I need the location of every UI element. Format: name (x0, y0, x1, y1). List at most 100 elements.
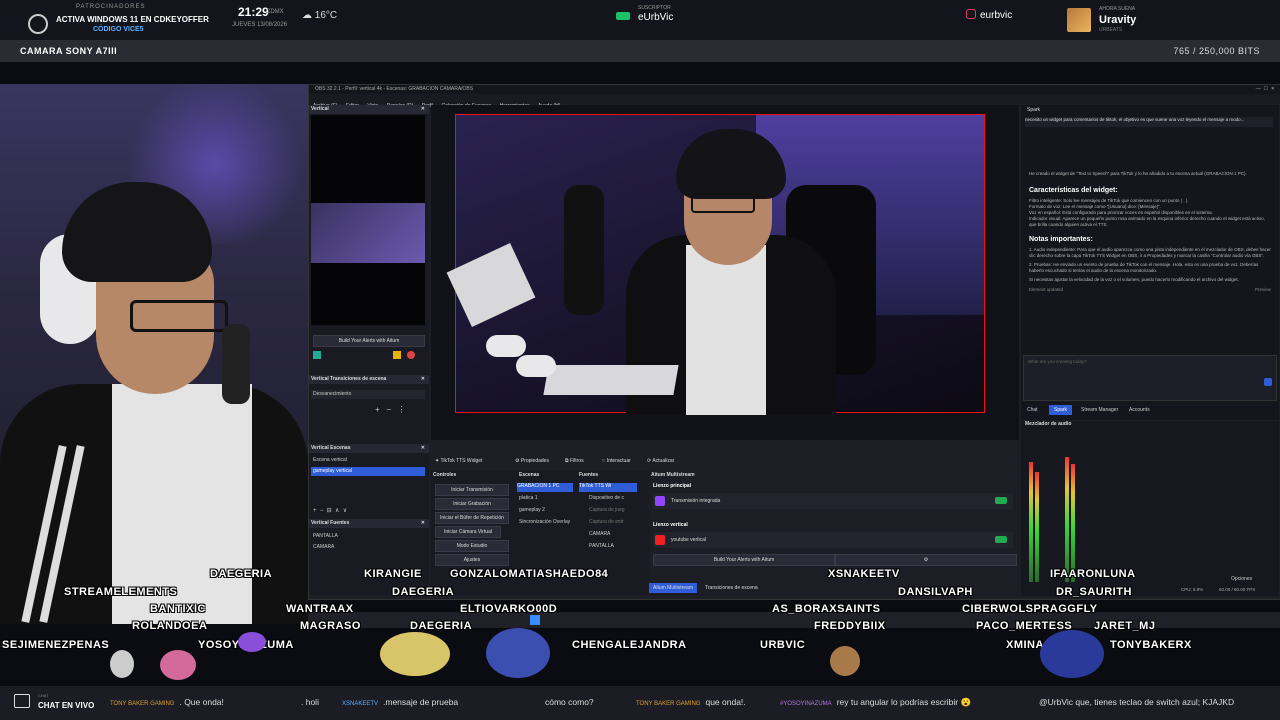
spark-prompt[interactable]: necesito un widget para comentarios de t… (1025, 117, 1273, 127)
tab-stream-manager[interactable]: Stream Manager (1081, 407, 1118, 413)
vertical-preview[interactable] (311, 115, 425, 325)
viewer-name: SEJIMENEZPENAS (2, 639, 110, 651)
streamer-glasses (130, 300, 228, 332)
keyboard (543, 365, 679, 395)
multistream-header: Aitum Multistream (651, 472, 695, 478)
stream-top-bar: PATROCINADORES ACTIVA WINDOWS 11 EN CDKE… (0, 0, 1280, 40)
audio-meter (1035, 472, 1039, 582)
record-icon[interactable] (313, 351, 321, 359)
stream-toggle[interactable] (995, 536, 1007, 543)
chat-label: CHAT EN VIVO (38, 701, 95, 710)
tab-chat[interactable]: Chat (1027, 407, 1038, 413)
chat-user: TONY BAKER GAMING (636, 701, 701, 707)
scenes-header: Escenas (519, 472, 540, 478)
source-item[interactable]: Dispositivo de c (589, 495, 624, 504)
chat-text: rey tu angular lo podrías escribir 😮 (836, 697, 972, 707)
properties-button[interactable]: ⚙ Propiedades (515, 458, 549, 464)
settings-button[interactable]: Ajustes (435, 554, 509, 566)
temperature: 16°C (314, 10, 338, 21)
spark-title: Spark (1027, 107, 1041, 113)
chat-text: . holi (301, 697, 319, 707)
live-chat-bar: CHAT CHAT EN VIVO TONY BAKER GAMING . Que… (0, 686, 1280, 720)
vertical-scene-name: Escena vertical (313, 457, 347, 463)
studio-mode-button[interactable]: Modo Estudio (435, 540, 509, 552)
tab-spark[interactable]: Spark (1049, 405, 1073, 415)
viewer-name: DAEGERIA (410, 620, 473, 632)
element-updated: Element updated Preview (1029, 287, 1271, 293)
camera-title: CAMARA SONY A7III (20, 46, 118, 56)
source-item[interactable]: PANTALLA (589, 543, 614, 552)
start-recording-button[interactable]: Iniciar Grabación (435, 498, 509, 510)
close-icon[interactable]: ✕ (421, 376, 425, 382)
tab-aitum-multistream[interactable]: Aitum Multistream (649, 583, 698, 593)
pokemon-sprite (380, 632, 450, 676)
youtube-vertical-row[interactable]: youtube vertical (653, 532, 1013, 548)
spark-panel: Spark necesito un widget para comentario… (1021, 105, 1279, 420)
viewer-name: ROLANDOEA (132, 620, 208, 632)
tab-accounts[interactable]: Accounts (1129, 407, 1150, 413)
filters-button[interactable]: ⧉ Filtros (565, 458, 584, 464)
settings-icon[interactable]: ⚙ (835, 554, 1017, 566)
refresh-button[interactable]: ⟳ Actualizar (647, 458, 674, 464)
source-item[interactable]: Captura de jueg (589, 507, 625, 516)
spark-heading: Notas importantes: (1029, 236, 1093, 243)
pause-icon[interactable] (393, 351, 401, 359)
viewer-name: KIRANGIE (364, 568, 422, 580)
replay-buffer-button[interactable]: Iniciar el Búfer de Repetición (435, 512, 509, 524)
build-alerts-button[interactable]: Build Your Alerts with Aitum (653, 554, 835, 566)
interact-button[interactable]: ☜ Interactuar (601, 458, 631, 464)
virtual-camera-button[interactable]: Iniciar Cámara Virtual (435, 526, 501, 538)
pokemon-sprite (830, 646, 860, 676)
transitions-header: Vertical Transiciones de escena ✕ (309, 375, 429, 384)
stream-toggle[interactable] (995, 497, 1007, 504)
scene-item[interactable]: platica 1 (519, 495, 538, 504)
start-streaming-button[interactable]: Iniciar Transmisión (435, 484, 509, 496)
transition-select[interactable]: Desvanecimiento (311, 390, 425, 399)
source-item[interactable]: Captura de entr (589, 519, 624, 528)
preview-canvas[interactable] (446, 114, 985, 415)
scene-item[interactable]: Sincronización Overlay (519, 519, 570, 528)
vertical-scene-tools[interactable]: + − ⊟ ∧ ∨ (313, 507, 347, 514)
spark-input[interactable]: What are you creating today? (1023, 355, 1277, 401)
source-item[interactable]: CAMARA (589, 531, 610, 540)
transition-add-remove[interactable]: + − ⋮ (375, 405, 406, 414)
mixer-options[interactable]: Opciones (1231, 576, 1252, 582)
vertical-sources-label: Vertical Fuentes (311, 520, 350, 526)
vertical-source-name: CAMARA (313, 544, 335, 550)
scene-item[interactable]: GRABACION 1 PC (517, 483, 573, 492)
spark-response: He creado el widget de "Text to Speech" … (1029, 171, 1271, 293)
vertical-source-name: PANTALLA (313, 533, 338, 539)
vertical-source-item[interactable]: CAMARA (311, 543, 425, 552)
scene-item[interactable]: gameplay 2 (519, 507, 545, 516)
sponsor-code: CÓDIGO VICE5 (93, 26, 144, 33)
vertical-source-item[interactable]: PANTALLA (311, 532, 425, 541)
tab-scene-transitions[interactable]: Transiciones de escena (705, 585, 758, 591)
close-icon[interactable]: ✕ (421, 445, 425, 451)
preview-link[interactable]: Preview (1255, 287, 1271, 293)
transitions-label: Vertical Transiciones de escena (311, 376, 387, 382)
subscriber-label: SUSCRIPTOR (638, 5, 671, 11)
window-controls[interactable]: — ☐ ✕ (1256, 86, 1275, 92)
viewer-name: IFAARONLUNA (1050, 568, 1136, 580)
build-alerts-button[interactable]: Build Your Alerts with Aitum (313, 335, 425, 347)
vertical-toolbar (313, 349, 425, 361)
sources-header: Fuentes (579, 472, 599, 478)
vertical-scene-item[interactable]: Escena vertical (311, 456, 425, 465)
close-icon[interactable]: ✕ (421, 520, 425, 526)
viewer-name: MAGRASO (300, 620, 361, 632)
send-icon[interactable] (1264, 378, 1272, 386)
vertical-scenes-header: Vertical Escenas ✕ (309, 444, 429, 453)
now-playing-title: Uravity (1099, 14, 1137, 26)
close-icon[interactable]: ✕ (421, 106, 425, 112)
stop-icon[interactable] (407, 351, 415, 359)
streamer-shirt (686, 245, 766, 415)
integrated-stream-row[interactable]: Transmisión integrada (653, 493, 1013, 509)
twitch-icon (655, 496, 665, 506)
windows-start-icon[interactable] (530, 615, 540, 625)
stream-deck (446, 243, 536, 327)
source-item[interactable]: TikTok TTS Wi (579, 483, 637, 492)
vertical-scene-item[interactable]: gameplay vertical (311, 467, 425, 476)
selected-source: TikTok TTS Widget (440, 458, 483, 464)
vertical-dock: Vertical ✕ Build Your Alerts with Aitum V… (309, 105, 429, 595)
weather: ☁ 16°C (302, 10, 337, 21)
